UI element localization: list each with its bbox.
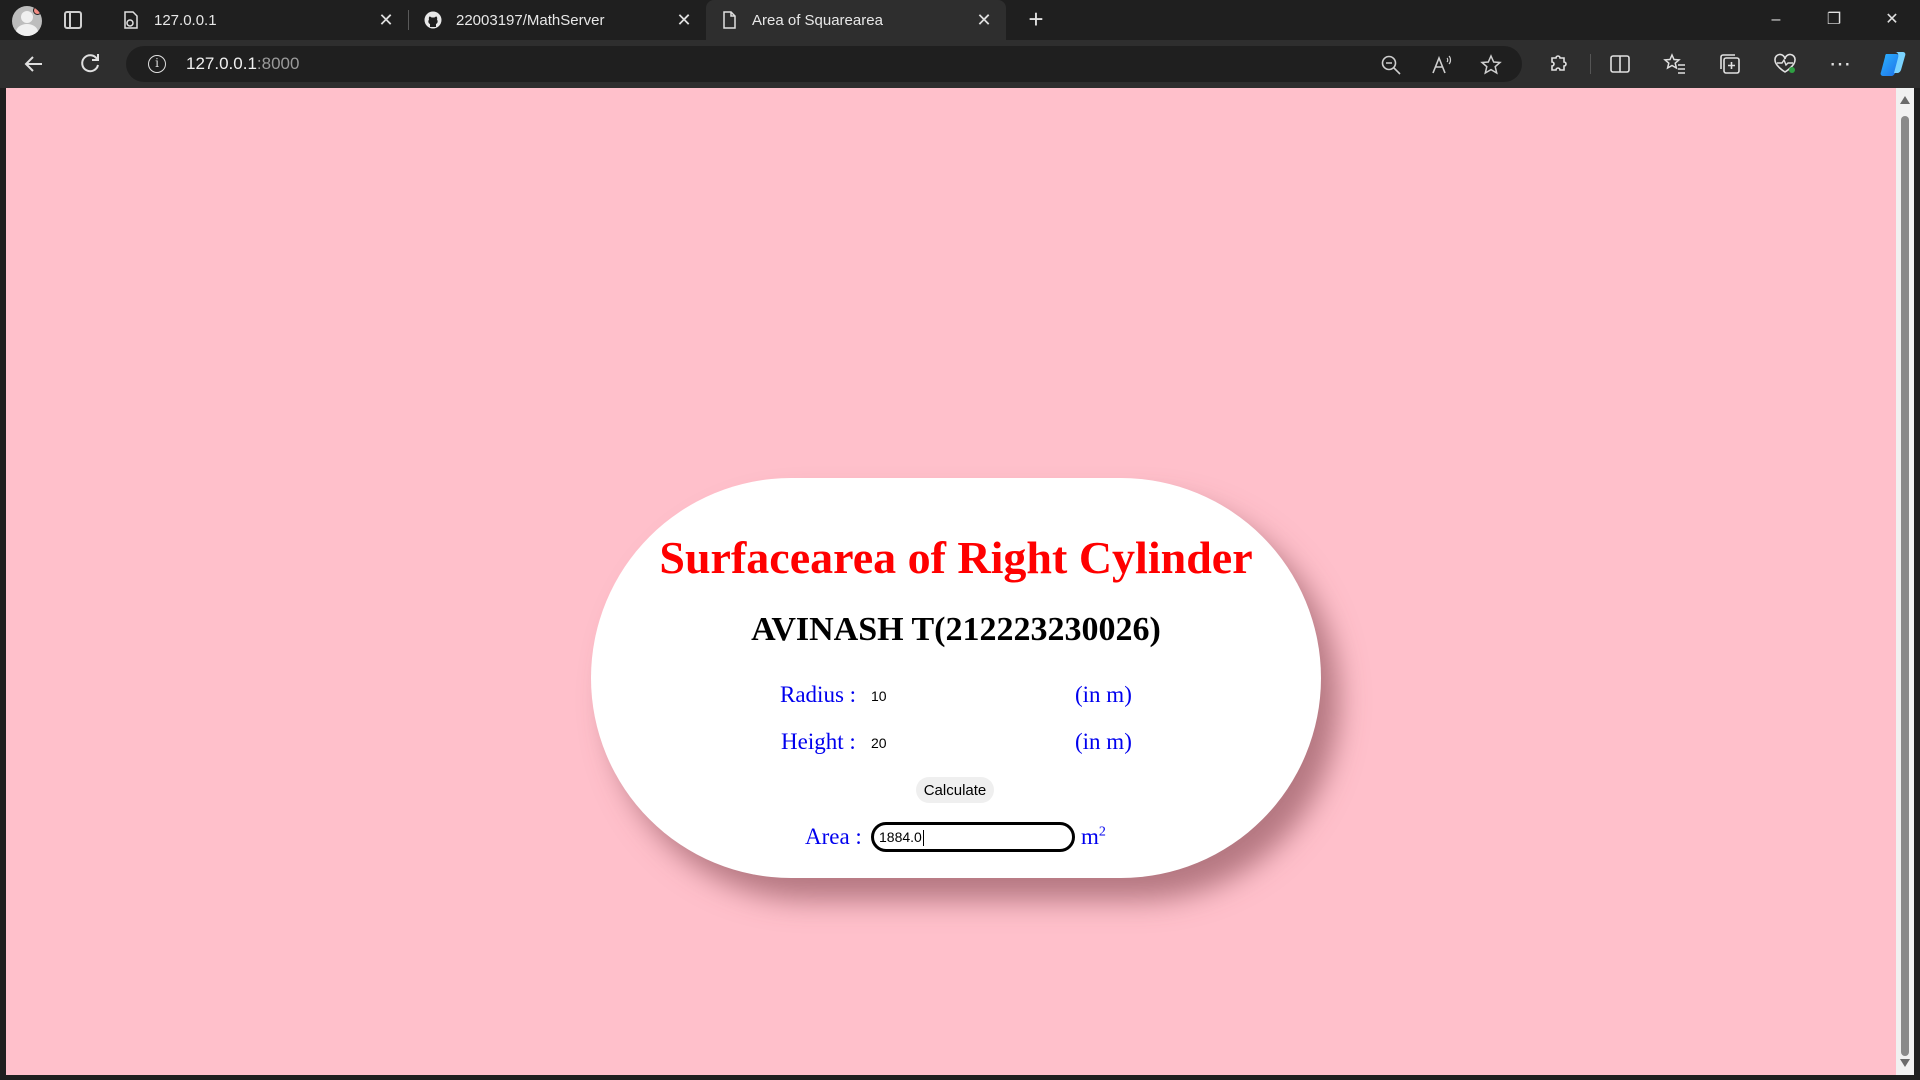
- area-unit: m2: [1081, 824, 1106, 849]
- browser-toolbar: i 127.0.0.1:8000 ⋯: [0, 40, 1920, 88]
- author-heading: AVINASH T(212223230026): [751, 611, 1161, 648]
- github-icon: [424, 11, 442, 29]
- back-icon[interactable]: [20, 50, 48, 78]
- tab-area-of-squarearea[interactable]: Area of Squarearea ✕: [706, 0, 1006, 40]
- scrollbar-thumb[interactable]: [1901, 116, 1909, 1056]
- calculator-card: Surfacearea of Right Cylinder AVINASH T(…: [591, 478, 1321, 878]
- more-icon[interactable]: ⋯: [1826, 50, 1854, 78]
- height-unit: (in m): [1075, 729, 1132, 754]
- scroll-up-arrow-icon[interactable]: [1900, 96, 1910, 104]
- new-tab-button[interactable]: +: [1022, 6, 1050, 34]
- blank-page-icon: [723, 11, 736, 29]
- vertical-scrollbar[interactable]: [1896, 88, 1914, 1075]
- favorites-icon[interactable]: [1661, 50, 1689, 78]
- split-screen-icon[interactable]: [1606, 50, 1634, 78]
- calculate-button[interactable]: Calculate: [916, 777, 994, 803]
- tab-title: 127.0.0.1: [154, 11, 217, 29]
- page-title: Surfacearea of Right Cylinder: [659, 532, 1253, 583]
- radius-input[interactable]: [871, 686, 1031, 706]
- tab-mathserver[interactable]: 22003197/MathServer ✕: [410, 0, 706, 40]
- radius-label: Radius :: [780, 682, 857, 707]
- tab-separator: [408, 10, 409, 30]
- minimize-button[interactable]: –: [1748, 0, 1804, 40]
- restore-button[interactable]: ❐: [1806, 0, 1862, 40]
- extensions-icon[interactable]: [1544, 50, 1572, 78]
- profile-avatar-icon[interactable]: [12, 6, 42, 36]
- vertical-tabs-icon[interactable]: [64, 11, 82, 29]
- page-gear-icon: [124, 11, 138, 29]
- favorite-star-icon[interactable]: [1480, 54, 1502, 76]
- collections-icon[interactable]: [1716, 50, 1744, 78]
- tab-title: 22003197/MathServer: [456, 11, 605, 29]
- height-label: Height :: [781, 729, 856, 754]
- tab-close-icon[interactable]: ✕: [674, 10, 694, 30]
- area-output-field[interactable]: 1884.0: [871, 822, 1075, 852]
- toolbar-divider: [1590, 54, 1591, 74]
- url-text[interactable]: 127.0.0.1:8000: [186, 54, 299, 74]
- tab-title: Area of Squarearea: [752, 11, 883, 29]
- scroll-down-arrow-icon[interactable]: [1900, 1059, 1910, 1067]
- copilot-icon[interactable]: [1878, 48, 1910, 80]
- refresh-icon[interactable]: [76, 50, 104, 78]
- address-bar[interactable]: i 127.0.0.1:8000: [126, 46, 1522, 82]
- tab-127-0-0-1[interactable]: 127.0.0.1 ✕: [108, 0, 408, 40]
- height-input[interactable]: [871, 733, 1031, 753]
- read-aloud-icon[interactable]: [1430, 54, 1452, 76]
- radius-unit: (in m): [1075, 682, 1132, 707]
- window-frame-right: [1914, 88, 1920, 1080]
- performance-icon[interactable]: [1771, 50, 1799, 78]
- tab-close-icon[interactable]: ✕: [376, 10, 396, 30]
- page-viewport: Surfacearea of Right Cylinder AVINASH T(…: [6, 88, 1896, 1075]
- zoom-out-icon[interactable]: [1380, 54, 1402, 76]
- site-info-icon[interactable]: i: [148, 55, 166, 73]
- close-window-button[interactable]: ✕: [1864, 0, 1920, 40]
- area-label: Area :: [805, 824, 862, 849]
- window-frame-bottom: [0, 1075, 1920, 1080]
- tab-close-icon[interactable]: ✕: [974, 10, 994, 30]
- tab-strip: 127.0.0.1 ✕ 22003197/MathServer ✕ Area o…: [0, 0, 1920, 40]
